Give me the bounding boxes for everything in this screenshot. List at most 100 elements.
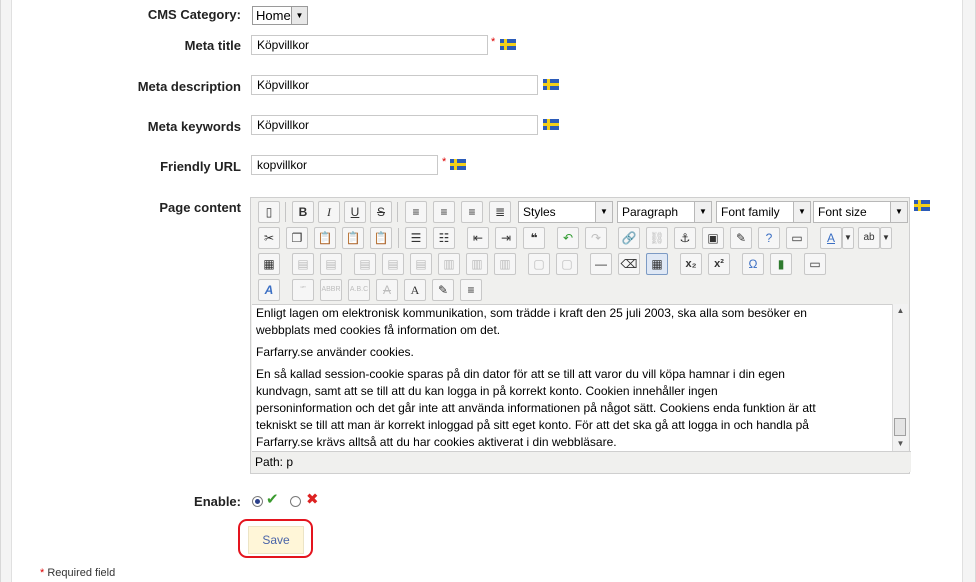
chevron-down-icon[interactable]: ▼ (842, 227, 854, 249)
cut-icon[interactable]: ✂ (258, 227, 280, 249)
styleprops-icon[interactable]: A (258, 279, 280, 301)
insert-col-before-icon[interactable]: ▥ (438, 253, 460, 275)
delete-row-icon[interactable]: ▤ (410, 253, 432, 275)
copy-icon[interactable]: ❐ (286, 227, 308, 249)
attributes-icon[interactable]: ✎ (432, 279, 454, 301)
text-color-icon[interactable]: A (820, 227, 842, 249)
split-cells-icon[interactable]: ▢ (528, 253, 550, 275)
blockquote-icon[interactable]: ❝ (523, 227, 545, 249)
redo-icon[interactable]: ↷ (585, 227, 607, 249)
enable-no-radio[interactable] (290, 496, 301, 507)
bold-button[interactable]: B (292, 201, 314, 223)
strikethrough-button[interactable]: S (370, 201, 392, 223)
nonbreaking-icon[interactable]: ≡ (460, 279, 482, 301)
required-mark: * (40, 567, 45, 579)
insert-row-before-icon[interactable]: ▤ (354, 253, 376, 275)
editor-scrollbar[interactable]: ▲ ▼ (892, 304, 908, 451)
font-family-dropdown[interactable]: Font family ▼ (716, 201, 811, 223)
friendly-url-input[interactable]: kopvillkor (251, 155, 438, 175)
image-icon[interactable]: ▣ (702, 227, 724, 249)
scroll-down-icon[interactable]: ▼ (893, 437, 908, 451)
html-source-icon[interactable]: ▭ (786, 227, 808, 249)
media-icon[interactable]: ▮ (770, 253, 792, 275)
cms-category-label: CMS Category: (147, 7, 241, 22)
swedish-flag-icon[interactable] (450, 159, 466, 170)
chevron-down-icon[interactable]: ▼ (880, 227, 892, 249)
cite-icon[interactable]: “” (292, 279, 314, 301)
help-icon[interactable]: ? (758, 227, 780, 249)
paste-text-icon[interactable]: 📋 (342, 227, 364, 249)
align-justify-icon[interactable]: ≣ (489, 201, 511, 223)
required-mark: * (491, 36, 496, 48)
delete-text-icon[interactable]: A (376, 279, 398, 301)
friendly-url-label: Friendly URL (160, 159, 241, 174)
align-center-icon[interactable]: ≡ (433, 201, 455, 223)
styles-dropdown[interactable]: Styles ▼ (518, 201, 613, 223)
remove-format-icon[interactable]: ⌫ (618, 253, 640, 275)
styles-dropdown-label: Styles (523, 205, 556, 219)
swedish-flag-icon[interactable] (543, 119, 559, 130)
scroll-thumb[interactable] (894, 418, 906, 436)
visual-aid-icon[interactable]: ▦ (646, 253, 668, 275)
paste-word-icon[interactable]: 📋 (370, 227, 392, 249)
numbered-list-icon[interactable]: ☷ (433, 227, 455, 249)
horizontal-rule-icon[interactable]: — (590, 253, 612, 275)
align-left-icon[interactable]: ≡ (405, 201, 427, 223)
acronym-icon[interactable]: A.B.C (348, 279, 370, 301)
cleanup-icon[interactable]: ✎ (730, 227, 752, 249)
swedish-flag-icon[interactable] (914, 200, 930, 211)
underline-button[interactable]: U (344, 201, 366, 223)
red-cross-icon: ✖ (306, 491, 319, 508)
scroll-up-icon[interactable]: ▲ (893, 304, 908, 318)
paste-icon[interactable]: 📋 (314, 227, 336, 249)
meta-description-label: Meta description (137, 79, 241, 94)
swedish-flag-icon[interactable] (543, 79, 559, 90)
superscript-icon[interactable]: x² (708, 253, 730, 275)
anchor-icon[interactable]: ⚓ (674, 227, 696, 249)
row-props-icon[interactable]: ▤ (292, 253, 314, 275)
new-document-icon[interactable]: ▯ (258, 201, 280, 223)
font-family-dropdown-label: Font family (721, 205, 780, 219)
subscript-icon[interactable]: x₂ (680, 253, 702, 275)
meta-keywords-input[interactable]: Köpvillkor (251, 115, 538, 135)
green-check-icon: ✔ (266, 491, 279, 508)
cms-category-value: Home (256, 8, 291, 23)
meta-description-input[interactable]: Köpvillkor (251, 75, 538, 95)
content-paragraph: En så kallad session-cookie sparas på di… (256, 367, 816, 449)
abbreviation-icon[interactable]: ABBR (320, 279, 342, 301)
cell-props-icon[interactable]: ▤ (320, 253, 342, 275)
insert-text-icon[interactable]: A (404, 279, 426, 301)
font-size-dropdown[interactable]: Font size ▼ (813, 201, 908, 223)
special-char-icon[interactable]: Ω (742, 253, 764, 275)
bullet-list-icon[interactable]: ☰ (405, 227, 427, 249)
chevron-down-icon: ▼ (595, 202, 612, 222)
required-mark: * (442, 156, 447, 168)
link-icon[interactable]: 🔗 (618, 227, 640, 249)
table-wizard-icon[interactable]: ▦ (258, 253, 280, 275)
format-dropdown-label: Paragraph (622, 205, 679, 219)
editor-path-bar: Path: p (252, 451, 911, 472)
fullscreen-icon[interactable]: ▭ (804, 253, 826, 275)
insert-row-after-icon[interactable]: ▤ (382, 253, 404, 275)
meta-title-input[interactable]: Köpvillkor (251, 35, 488, 55)
indent-icon[interactable]: ⇥ (495, 227, 517, 249)
merge-cells-icon[interactable]: ▢ (556, 253, 578, 275)
highlight-color-icon[interactable]: ab (858, 227, 880, 249)
delete-col-icon[interactable]: ▥ (494, 253, 516, 275)
swedish-flag-icon[interactable] (500, 39, 516, 50)
enable-yes-radio[interactable] (252, 496, 263, 507)
editor-content[interactable]: Enligt lagen om elektronisk kommunikatio… (252, 304, 894, 451)
rich-text-editor: ▯ B I U S ≡ ≡ ≡ ≣ Styles ▼ Paragraph ▼ F… (250, 197, 911, 474)
format-dropdown[interactable]: Paragraph ▼ (617, 201, 712, 223)
cms-category-select[interactable]: Home ▼ (252, 6, 308, 25)
unlink-icon[interactable]: ⛓ (646, 227, 668, 249)
undo-icon[interactable]: ↶ (557, 227, 579, 249)
align-right-icon[interactable]: ≡ (461, 201, 483, 223)
save-button[interactable]: Save (248, 526, 304, 554)
insert-col-after-icon[interactable]: ▥ (466, 253, 488, 275)
font-size-dropdown-label: Font size (818, 205, 867, 219)
italic-button[interactable]: I (318, 201, 340, 223)
outdent-icon[interactable]: ⇤ (467, 227, 489, 249)
content-paragraph: Farfarry.se använder cookies. (256, 345, 414, 359)
meta-title-label: Meta title (184, 38, 241, 53)
